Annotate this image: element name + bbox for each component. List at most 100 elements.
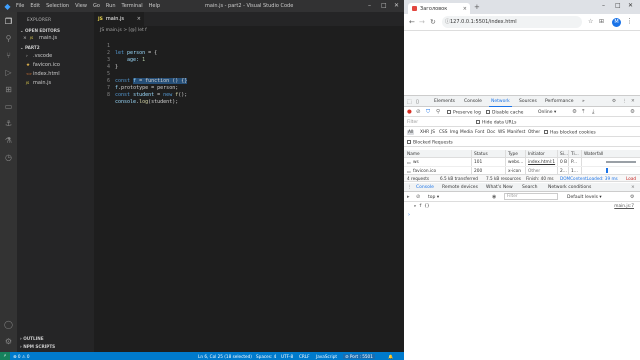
search-icon[interactable]: ⚲ [4,34,13,43]
search-icon[interactable]: ⚲ [436,109,440,115]
column-header-size[interactable]: Si... [560,152,568,157]
network-conditions-icon[interactable]: ⚙ [572,109,577,115]
type-filter-all[interactable]: All [407,129,415,135]
live-server-port[interactable]: ⊘ Port : 5501 [343,353,375,359]
encoding-indicator[interactable]: UTF-8 [281,354,293,359]
maximize-icon[interactable]: □ [615,2,621,9]
console-filter-input[interactable]: Filter [504,193,558,200]
menu-run[interactable]: Run [106,3,116,9]
reload-icon[interactable]: ↻ [430,18,436,26]
column-header-initiator[interactable]: Initiator [528,152,545,157]
tab-performance[interactable]: Performance [545,99,574,104]
language-mode[interactable]: JavaScript [316,354,337,359]
type-filter-css[interactable]: CSS [439,130,447,135]
minimize-icon[interactable]: – [602,2,605,9]
disable-cache-checkbox[interactable]: Disable cache [486,109,523,115]
inspect-icon[interactable]: ⬚ [407,99,412,105]
menu-edit[interactable]: Edit [30,3,40,9]
close-icon[interactable]: ✕ [394,2,399,9]
type-filter-ws[interactable]: WS [498,130,505,135]
drawer-menu-icon[interactable]: ⋮ [407,185,412,190]
file-favicon[interactable]: ★ favicon.ico [26,62,60,68]
console-message[interactable]: ▸ f {} main.js:7 [404,204,640,212]
drawer-tab-network-conditions[interactable]: Network conditions [548,185,591,190]
menu-go[interactable]: Go [93,3,100,9]
eol-indicator[interactable]: CRLF [299,354,310,359]
close-icon[interactable]: ✕ [628,2,633,9]
type-filter-manifest[interactable]: Manifest [507,130,525,135]
info-icon[interactable]: ⓘ [445,16,450,28]
close-icon[interactable]: × [23,36,28,41]
preserve-log-checkbox[interactable]: Preserve log [447,109,481,115]
column-header-time[interactable]: Ti... [571,152,579,157]
indentation-indicator[interactable]: Spaces: 4 [256,354,276,359]
hide-data-urls-checkbox[interactable]: Hide data URLs [476,119,517,125]
problems-indicator[interactable]: ⊗ 0 ⚠ 0 [13,354,30,359]
remote-indicator[interactable]: ⚡ [0,352,10,360]
blocked-requests-checkbox[interactable]: Blocked Requests [407,139,453,145]
clear-icon[interactable]: ⊘ [416,109,421,115]
filter-icon[interactable]: ⛉ [426,109,430,116]
type-filter-media[interactable]: Media [460,130,473,135]
record-icon[interactable]: ● [407,109,412,115]
close-icon[interactable]: × [463,6,467,12]
drawer-tab-remote-devices[interactable]: Remote devices [442,185,478,190]
column-header-name[interactable]: Name [407,152,420,157]
has-blocked-cookies-checkbox[interactable]: Has blocked cookies [544,129,596,135]
eye-icon[interactable]: ◉ [492,194,496,200]
tab-network[interactable]: Network [489,99,512,107]
drawer-tab-console[interactable]: Console [416,185,434,190]
minimize-icon[interactable]: – [368,2,371,9]
menu-selection[interactable]: Selection [46,3,69,9]
history-icon[interactable]: ◷ [4,153,13,162]
drawer-tab-search[interactable]: Search [522,185,537,190]
more-tabs-icon[interactable]: » [582,99,585,104]
tab-main-js[interactable]: JS main.js × [94,12,144,26]
export-har-icon[interactable]: ⤓ [592,109,594,116]
avatar[interactable]: M [612,18,621,27]
type-filter-doc[interactable]: Doc [487,130,495,135]
run-debug-icon[interactable]: ▷ [4,68,13,77]
close-icon[interactable]: ✕ [631,99,635,104]
menu-icon[interactable]: ⋮ [626,17,633,25]
open-editor-main-js[interactable]: × JS main.js [23,35,57,41]
forward-icon[interactable]: → [419,18,425,26]
source-control-icon[interactable]: ⑂ [4,51,13,60]
column-header-type[interactable]: Type [508,152,518,157]
menu-view[interactable]: View [75,3,87,9]
file-main-js[interactable]: JS main.js [26,80,51,86]
browser-tab[interactable]: Заголовок × [408,3,470,14]
explorer-icon[interactable]: ❐ [4,17,13,26]
tab-console[interactable]: Console [464,99,482,104]
import-har-icon[interactable]: ⤒ [582,109,584,116]
request-initiator-link[interactable]: index.html:1 [528,160,555,165]
type-filter-other[interactable]: Other [528,130,540,135]
cursor-position[interactable]: Ln 6, Col 25 (18 selected) [198,354,252,359]
open-editors-section[interactable]: ⌄ OPEN EDITORS [20,28,60,33]
extensions-icon[interactable]: ⊞ [599,18,604,25]
clear-console-icon[interactable]: ⊘ [416,194,420,200]
star-icon[interactable]: ☆ [588,18,593,25]
settings-gear-icon[interactable]: ⚙ [4,337,13,346]
more-options-icon[interactable]: ⋮ [622,99,627,104]
back-icon[interactable]: ← [409,18,415,26]
console-source-link[interactable]: main.js:7 [614,204,634,209]
settings-gear-icon[interactable]: ⚙ [612,99,616,104]
menu-terminal[interactable]: Terminal [122,3,143,9]
type-filter-font[interactable]: Font [475,130,484,135]
close-icon[interactable]: × [631,185,635,190]
context-select[interactable]: top ▾ [428,195,439,200]
drawer-tab-whats-new[interactable]: What's New [486,185,513,190]
table-row[interactable]: ▭ ws 101 webs... index.html:1 0 B P... [404,158,640,166]
address-bar[interactable]: ⓘ 127.0.0.1:5501/index.html [442,16,582,28]
network-filter-input[interactable]: Filter [407,120,418,125]
bell-icon[interactable]: 🔔 [388,354,393,360]
type-filter-img[interactable]: Img [450,130,458,135]
menu-help[interactable]: Help [149,3,160,9]
extensions-icon[interactable]: ⊞ [4,85,13,94]
account-icon[interactable]: ◯ [4,320,13,329]
breadcrumb[interactable]: JS main.js > [@] let f [100,28,147,33]
table-row[interactable]: ▭ favicon.ico 200 x-icon Other 2... 1... [404,166,640,174]
outline-section[interactable]: › OUTLINE [20,336,44,341]
close-icon[interactable]: × [137,16,141,22]
